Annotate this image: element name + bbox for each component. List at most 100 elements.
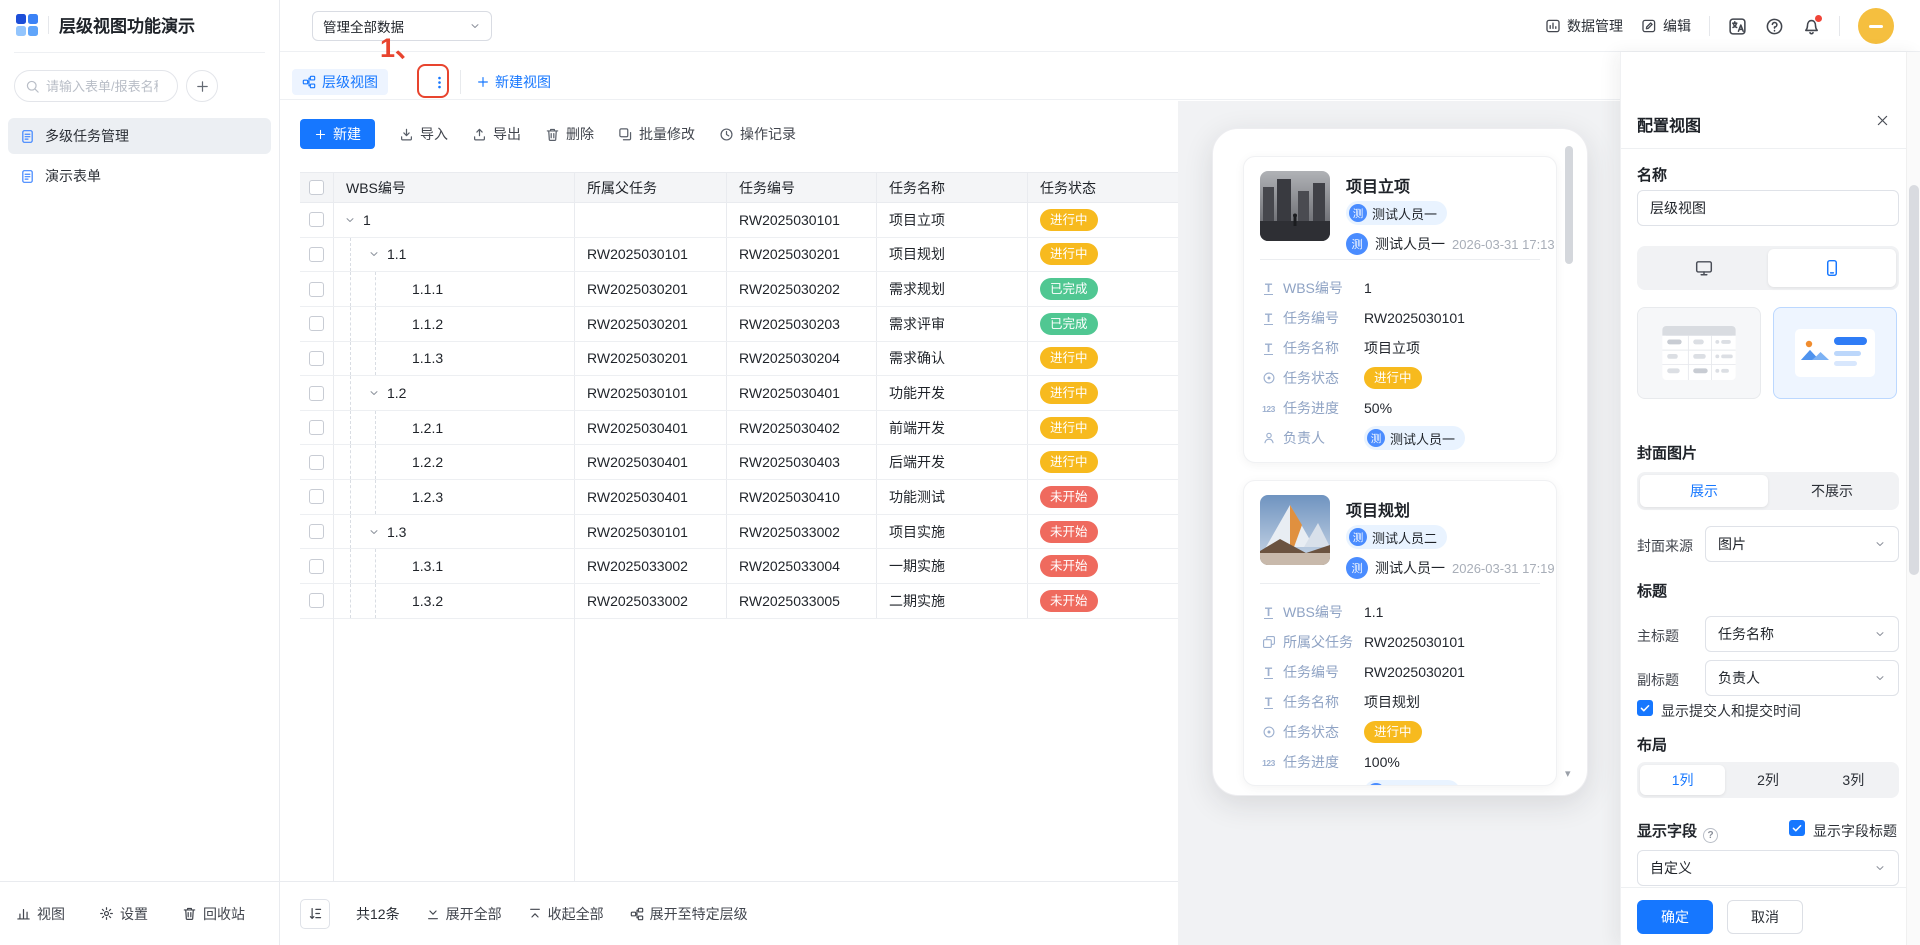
task-status-cell: 进行中 <box>1028 411 1178 445</box>
tree-guide <box>375 445 376 480</box>
edit-button[interactable]: 编辑 <box>1641 16 1691 36</box>
chevron-down-icon[interactable] <box>368 387 380 399</box>
new-view-button[interactable]: 新建视图 <box>476 69 551 95</box>
user-avatar[interactable] <box>1858 8 1894 44</box>
show-submitter-checkbox[interactable] <box>1637 700 1653 716</box>
row-checkbox[interactable] <box>309 454 324 470</box>
parent-task-cell: RW2025030201 <box>575 306 727 341</box>
table-row[interactable]: 1.2 RW2025030101 RW2025030401 功能开发 进行中 <box>300 376 1178 411</box>
preview-card[interactable]: 项目立项测测试人员一测测试人员一 2026-03-31 17:13 T WBS编号 1 T… <box>1243 156 1557 463</box>
cover-show-option[interactable]: 展示 <box>1640 475 1768 507</box>
row-checkbox[interactable] <box>309 246 324 262</box>
scroll-down-arrow-icon[interactable]: ▾ <box>1565 767 1571 780</box>
export-button[interactable]: 导出 <box>472 124 521 144</box>
row-checkbox[interactable] <box>309 489 324 505</box>
row-checkbox[interactable] <box>309 212 324 228</box>
expand-all-button[interactable]: 展开全部 <box>426 904 502 924</box>
row-height-button[interactable] <box>300 898 330 929</box>
plus-icon <box>315 129 326 139</box>
row-checkbox[interactable] <box>309 420 324 436</box>
check-icon <box>1640 705 1650 712</box>
sidebar: 层级视图功能演示 多级任务管理演示表单 视图 设置 回收站 <box>0 0 280 945</box>
chevron-down-icon[interactable] <box>368 248 380 260</box>
chevron-down-icon[interactable] <box>344 214 356 226</box>
select-all-checkbox[interactable] <box>309 180 324 195</box>
notifications-button[interactable] <box>1802 14 1822 36</box>
batch-edit-button[interactable]: 批量修改 <box>618 124 695 144</box>
sidebar-search[interactable] <box>14 70 178 102</box>
page-scrollbar[interactable] <box>1906 52 1920 945</box>
confirm-button[interactable]: 确定 <box>1637 899 1713 934</box>
table-row[interactable]: 1 RW2025030101 项目立项 进行中 <box>300 203 1178 238</box>
view-menu-dots-button[interactable] <box>426 69 452 95</box>
create-record-button[interactable]: 新建 <box>300 119 375 149</box>
help-button[interactable] <box>1765 17 1784 36</box>
table-row[interactable]: 1.1.2 RW2025030201 RW2025030203 需求评审 已完成 <box>300 306 1178 342</box>
header-checkbox-cell <box>300 173 334 202</box>
help-icon[interactable]: ? <box>1703 828 1719 843</box>
import-button[interactable]: 导入 <box>399 124 448 144</box>
gear-icon <box>100 907 113 920</box>
row-checkbox[interactable] <box>309 593 324 609</box>
table-row[interactable]: 1.1.1 RW2025030201 RW2025030202 需求规划 已完成 <box>300 272 1178 307</box>
cover-hide-option[interactable]: 不展示 <box>1768 475 1896 507</box>
fields-mode-select[interactable]: 自定义 <box>1637 850 1899 886</box>
row-checkbox[interactable] <box>309 316 324 332</box>
table-row[interactable]: 1.1 RW2025030101 RW2025030201 项目规划 进行中 <box>300 237 1178 273</box>
search-input[interactable] <box>46 78 158 94</box>
chevron-down-icon[interactable] <box>368 526 380 538</box>
row-checkbox[interactable] <box>309 524 324 540</box>
show-field-title-checkbox[interactable] <box>1789 820 1805 836</box>
expand-to-level-button[interactable]: 展开至特定层级 <box>630 904 748 924</box>
table-row[interactable]: 1.2.3 RW2025030401 RW2025030410 功能测试 未开始 <box>300 480 1178 515</box>
tab-hierarchy-view[interactable]: 层级视图 <box>292 69 388 95</box>
close-icon[interactable] <box>1875 112 1890 130</box>
collapse-all-button[interactable]: 收起全部 <box>528 904 604 924</box>
sidebar-item-2[interactable]: 演示表单 <box>8 158 271 194</box>
cell-value: 后端开发 <box>889 454 945 471</box>
language-button[interactable] <box>1728 17 1747 36</box>
main-title-select[interactable]: 任务名称 <box>1705 616 1899 652</box>
sidebar-footer-settings[interactable]: 设置 <box>99 904 148 924</box>
view-type-card-tile[interactable] <box>1773 307 1897 399</box>
cell-value: RW2025030202 <box>739 281 840 298</box>
row-checkbox[interactable] <box>309 281 324 297</box>
sidebar-footer-views[interactable]: 视图 <box>16 904 65 924</box>
table-row[interactable]: 1.2.2 RW2025030401 RW2025030403 后端开发 进行中 <box>300 445 1178 481</box>
page-scrollbar-thumb[interactable] <box>1909 185 1919 575</box>
task-status-cell: 进行中 <box>1028 203 1178 237</box>
avatar: 测 <box>1367 429 1385 447</box>
sidebar-footer-recycle-bin[interactable]: 回收站 <box>182 904 245 924</box>
wbs-cell: 1.2.1 <box>334 410 575 445</box>
task-code-cell: RW2025030202 <box>727 272 877 306</box>
view-type-table-tile[interactable] <box>1637 307 1761 399</box>
row-checkbox[interactable] <box>309 350 324 366</box>
cancel-button[interactable]: 取消 <box>1727 899 1803 934</box>
table-row[interactable]: 1.2.1 RW2025030401 RW2025030402 前端开发 进行中 <box>300 410 1178 446</box>
device-mobile-option[interactable] <box>1768 249 1896 287</box>
table-row[interactable]: 1.1.3 RW2025030201 RW2025030204 需求确认 进行中 <box>300 341 1178 377</box>
add-form-button[interactable] <box>186 70 218 102</box>
row-checkbox[interactable] <box>309 385 324 401</box>
device-desktop-option[interactable] <box>1640 249 1768 287</box>
row-checkbox[interactable] <box>309 558 324 574</box>
parent-task-cell: RW2025030201 <box>575 272 727 306</box>
cover-source-select[interactable]: 图片 <box>1705 526 1899 562</box>
layout-1col-option[interactable]: 1列 <box>1640 765 1726 795</box>
view-name-input[interactable] <box>1637 190 1899 226</box>
table-row[interactable]: 1.3.2 RW2025033002 RW2025033005 二期实施 未开始 <box>300 584 1178 619</box>
layout-2col-option[interactable]: 2列 <box>1725 765 1810 795</box>
task-code-cell: RW2025033004 <box>727 549 877 584</box>
data-manage-button[interactable]: 数据管理 <box>1545 16 1623 36</box>
delete-button[interactable]: 删除 <box>545 124 594 144</box>
layout-3col-option[interactable]: 3列 <box>1811 765 1896 795</box>
sidebar-item-1[interactable]: 多级任务管理 <box>8 118 271 154</box>
history-button[interactable]: 操作记录 <box>719 124 796 144</box>
sub-title-select[interactable]: 负责人 <box>1705 660 1899 696</box>
table-row[interactable]: 1.3.1 RW2025033002 RW2025033004 一期实施 未开始 <box>300 549 1178 585</box>
table-row[interactable]: 1.3 RW2025030101 RW2025033002 项目实施 未开始 <box>300 514 1178 550</box>
preview-scrollbar-thumb[interactable] <box>1565 146 1573 264</box>
data-scope-select[interactable]: 管理全部数据 <box>312 11 492 41</box>
text-field-icon: T <box>1263 695 1274 709</box>
preview-card[interactable]: 项目规划测测试人员二测测试人员一 2026-03-31 17:19 T WBS编号 1.… <box>1243 480 1557 786</box>
